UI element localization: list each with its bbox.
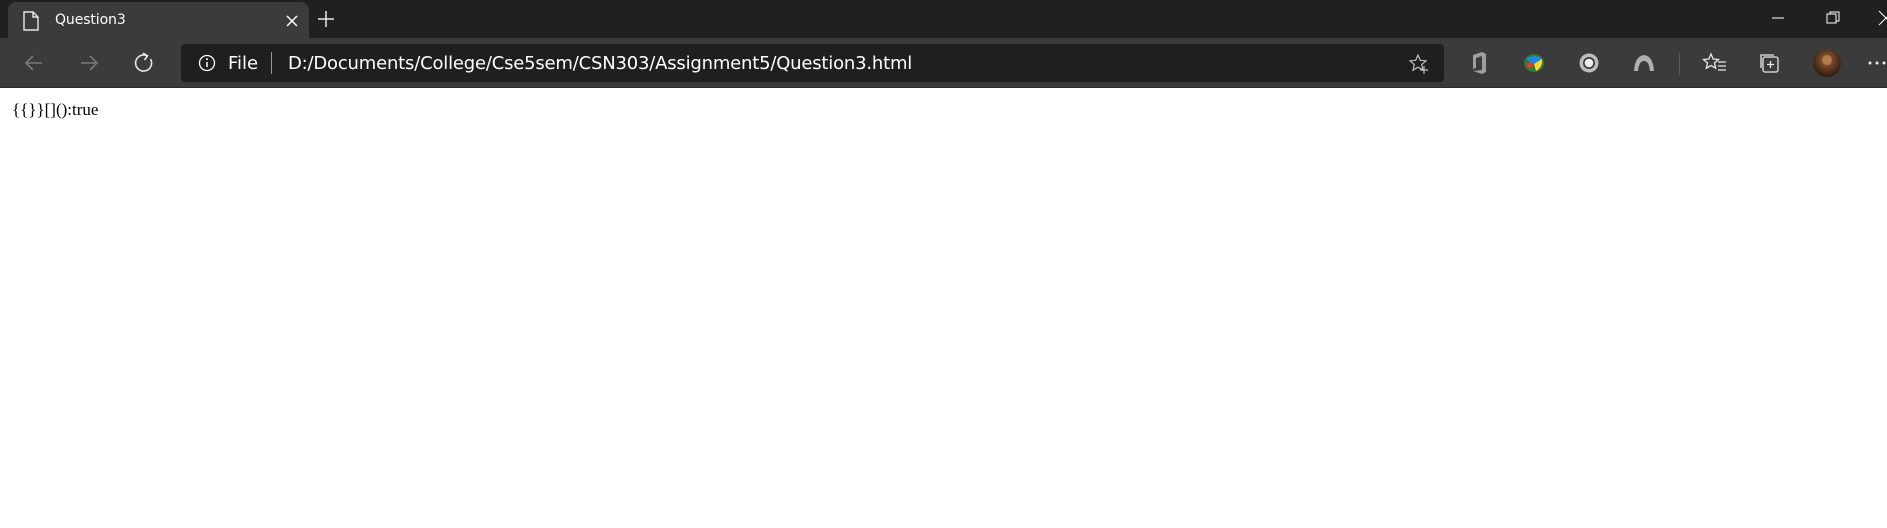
page-content: {{}}[]():true xyxy=(0,89,1887,528)
tab-title: Question3 xyxy=(55,12,126,28)
browser-tab[interactable]: Question3 xyxy=(8,2,309,38)
idm-icon[interactable] xyxy=(1521,50,1547,76)
add-favorite-icon[interactable] xyxy=(1408,53,1430,75)
back-arrow-icon[interactable] xyxy=(22,51,46,75)
favorites-icon[interactable] xyxy=(1702,50,1728,76)
minimize-icon[interactable] xyxy=(1770,10,1786,26)
toolbar-divider xyxy=(1679,53,1680,75)
scheme-label: File xyxy=(228,53,259,74)
browser-toolbar: File D:/Documents/College/Cse5sem/CSN303… xyxy=(0,38,1887,88)
page-icon xyxy=(23,11,39,31)
url-text[interactable]: D:/Documents/College/Cse5sem/CSN303/Assi… xyxy=(288,53,912,74)
forward-arrow-icon[interactable] xyxy=(77,51,101,75)
more-icon[interactable] xyxy=(1866,50,1887,76)
circle-extension-icon[interactable] xyxy=(1576,50,1602,76)
refresh-icon[interactable] xyxy=(132,51,156,75)
tab-close-icon[interactable] xyxy=(284,13,300,29)
address-divider xyxy=(271,52,272,74)
arc-extension-icon[interactable] xyxy=(1631,50,1657,76)
office-icon[interactable] xyxy=(1466,50,1492,76)
profile-avatar[interactable] xyxy=(1812,48,1842,78)
collections-icon[interactable] xyxy=(1757,50,1783,76)
address-bar[interactable]: File D:/Documents/College/Cse5sem/CSN303… xyxy=(181,44,1444,82)
tab-strip: Question3 xyxy=(0,0,1887,38)
info-icon[interactable] xyxy=(198,54,216,72)
output-text: {{}}[]():true xyxy=(12,100,99,119)
window-close-icon[interactable] xyxy=(1878,10,1887,26)
restore-icon[interactable] xyxy=(1825,10,1841,26)
new-tab-icon[interactable] xyxy=(317,10,335,28)
